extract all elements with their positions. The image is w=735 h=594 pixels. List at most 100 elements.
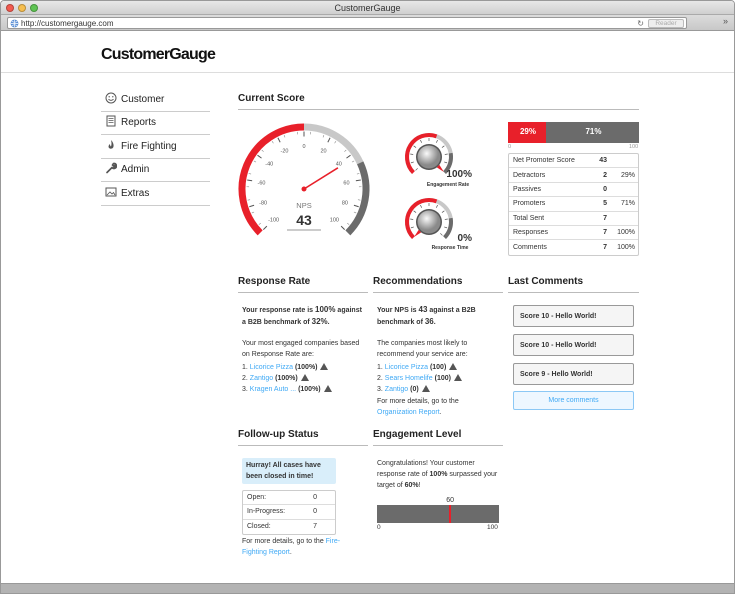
browser-toolbar: http://customergauge.com ↻ Reader » [1,15,734,31]
nps-minor-tick [271,141,274,144]
smiley-icon [101,92,121,107]
bar-axis-max: 100 [629,144,639,150]
list-item: 1. Licorice Pizza (100) [377,362,507,373]
table-row: Promoters 5 71% [509,197,638,212]
gauge-tick [444,226,448,229]
sidebar: Customer Reports Fire Fighting Admin Ext… [101,88,210,206]
minimize-window-button[interactable] [18,4,26,12]
browser-window: CustomerGauge http://customergauge.com ↻… [0,0,735,594]
close-window-button[interactable] [6,4,14,12]
nps-value: 43 [296,212,312,228]
details-text: For more details, go to the [377,398,459,405]
summary-text: Your NPS is [377,307,419,314]
response-rate-companies: 1. Licorice Pizza (100%) 2. Zantigo (100… [242,362,372,395]
recommendations-intro: The companies most likely to recommend y… [377,340,468,358]
nps-tick [340,225,346,231]
organization-report-link[interactable]: Organization Report [377,409,440,416]
sidebar-item-fire-fighting[interactable]: Fire Fighting [101,135,210,159]
gauge-tick [420,204,423,208]
nps-tick-label: 100 [330,217,339,223]
followup-title: Follow-up Status [238,429,368,446]
item-number: 2. [377,375,385,382]
company-value: (100%) [298,386,321,393]
engagement-gauge-body [405,133,453,174]
engagement-text-part: ! [418,482,421,489]
sidebar-item-admin[interactable]: Admin [101,159,210,182]
nps-tick-label: -60 [258,180,266,186]
nps-needle [303,167,339,190]
engagement-target-marker [449,505,452,523]
wrench-icon [101,162,121,177]
comment-item[interactable]: Score 10 - Hello World! [513,334,634,356]
summary-text: Your response rate is [242,307,316,314]
document-icon [101,115,121,130]
nps-tick-label: 40 [336,162,342,168]
current-score-title: Current Score [238,93,639,110]
row-label: Comments [513,244,547,252]
company-link[interactable]: Zantigo [250,375,273,382]
row-pct: 71% [620,200,635,208]
details-text: . [439,409,442,416]
nps-tick [355,179,361,182]
nps-minor-tick [261,149,264,152]
row-label: Open: [247,494,267,502]
sidebar-item-label: Admin [121,164,150,176]
nps-minor-tick [283,134,286,138]
engagement-axis-min: 0 [377,524,381,531]
sidebar-item-reports[interactable]: Reports [101,112,210,135]
engagement-axis-max: 100 [487,524,498,531]
row-label: Passives [513,185,542,193]
warning-icon [320,363,329,370]
engagement-value: 100% [446,169,472,180]
logo[interactable]: CustomerGauge [101,46,216,64]
item-number: 1. [377,364,385,371]
flame-icon [101,139,121,154]
nps-minor-tick [248,173,252,175]
sidebar-item-extras[interactable]: Extras [101,182,210,206]
engagement-text: Congratulations! Your customer response … [377,458,501,491]
nps-minor-tick [356,173,360,175]
company-link[interactable]: Licorice Pizza [250,364,293,371]
nps-tick [249,204,255,208]
reload-icon[interactable]: ↻ [637,18,644,29]
nps-tick-label: 80 [342,200,348,206]
nps-tick [277,137,281,143]
table-row: Open: 0 [243,491,335,506]
row-pct: 100% [617,244,635,252]
item-number: 3. [242,386,250,393]
sidebar-item-customer[interactable]: Customer [101,88,210,112]
comment-item[interactable]: Score 10 - Hello World! [513,305,634,327]
score-table: Net Promoter Score 43 Detractors 2 29% Pass… [508,153,639,256]
gauge-tick [413,145,417,148]
company-link[interactable]: Sears Homelife [385,375,433,382]
company-link[interactable]: Licorice Pizza [385,364,428,371]
image-icon [101,186,121,201]
table-row: Net Promoter Score 43 [509,154,638,169]
reader-button[interactable]: Reader [648,19,684,28]
summary-benchmark: 32% [311,317,328,326]
gauge-tick [435,139,438,143]
gauge-tick [441,210,445,213]
gauge-knob [417,210,441,234]
url-text: http://customergauge.com [21,19,114,28]
nps-tick-label: -100 [268,217,279,223]
row-label: In-Progress: [247,508,286,516]
list-item: 3. Zantigo (0) [377,384,507,395]
last-comments-title: Last Comments [508,276,639,293]
zoom-window-button[interactable] [30,4,38,12]
company-link[interactable]: Zantigo [385,386,408,393]
more-comments-button[interactable]: More comments [513,391,634,410]
row-count: 0 [603,185,607,193]
page-header: CustomerGauge [1,32,734,73]
address-bar[interactable]: http://customergauge.com ↻ Reader [7,17,687,29]
row-value: 0 [313,508,317,516]
engagement-bar [377,505,499,523]
company-link[interactable]: Kragen Auto ... [250,386,296,393]
nps-tick-label: -40 [265,162,273,168]
comment-item[interactable]: Score 9 - Hello World! [513,363,634,385]
nps-tick [247,179,253,182]
list-item: 3. Kragen Auto ... (100%) [242,384,372,395]
gauge-tick [420,139,423,143]
nps-tick-label: 20 [320,149,326,155]
toolbar-overflow-icon[interactable]: » [723,16,728,26]
